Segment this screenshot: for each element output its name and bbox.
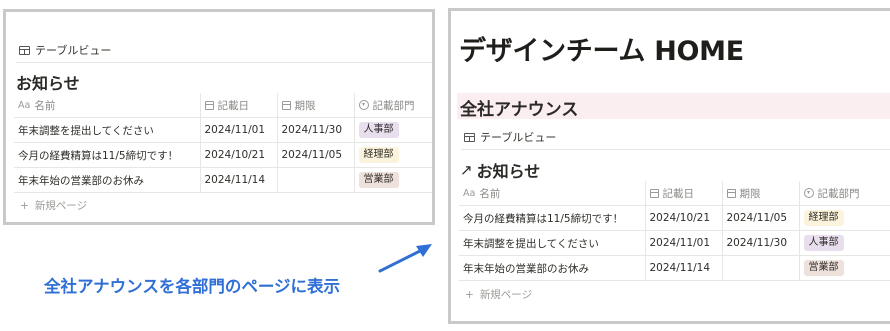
- column-header-dept[interactable]: ▾ 記載部門: [353, 93, 432, 118]
- table-view-label: テーブルビュー: [35, 44, 112, 57]
- caption-text: 全社アナウンスを各部門のページに表示: [44, 277, 341, 296]
- column-header-name[interactable]: Aa 名前: [459, 181, 645, 206]
- plus-icon: +: [20, 199, 29, 212]
- text-property-icon: Aa: [18, 99, 31, 111]
- plus-icon: +: [465, 288, 474, 301]
- new-page-button[interactable]: + 新規ページ: [20, 198, 87, 213]
- calendar-icon: [726, 188, 736, 198]
- cell-dept[interactable]: 経理部: [353, 142, 432, 168]
- cell-date[interactable]: 2024/11/14: [644, 255, 722, 281]
- view-divider: [16, 62, 432, 63]
- text-property-icon: Aa: [463, 187, 476, 199]
- section-heading: 全社アナウンス: [460, 100, 579, 120]
- table-view-tab[interactable]: テーブルビュー: [464, 129, 556, 145]
- source-database-panel: テーブルビュー お知らせ Aa 名前 記載日 期限 ▾ 記載部門 年末調整を提出して…: [3, 9, 435, 225]
- column-header-dept[interactable]: ▾ 記載部門: [798, 181, 890, 206]
- cell-name[interactable]: 年末調整を提出してください: [14, 117, 200, 143]
- calendar-icon: [204, 100, 214, 110]
- arrow-up-right-icon: ↗: [460, 161, 473, 179]
- table-view-label: テーブルビュー: [480, 131, 557, 144]
- cell-dept[interactable]: 人事部: [353, 117, 432, 143]
- dept-tag: 経理部: [803, 210, 844, 226]
- cell-deadline[interactable]: 2024/11/30: [721, 230, 799, 256]
- cell-date[interactable]: 2024/10/21: [199, 142, 277, 168]
- dept-tag: 経理部: [358, 147, 399, 163]
- dept-tag: 営業部: [358, 172, 399, 188]
- database-title-text: お知らせ: [476, 162, 541, 181]
- cell-date[interactable]: 2024/11/14: [199, 167, 277, 193]
- column-label: 記載日: [662, 187, 695, 200]
- cell-dept[interactable]: 営業部: [353, 167, 432, 193]
- dept-tag: 人事部: [358, 122, 399, 138]
- new-page-label: 新規ページ: [479, 289, 533, 301]
- table-row[interactable]: 今月の経費精算は11/5締切です！ 2024/10/21 2024/11/05 …: [14, 142, 432, 168]
- cell-deadline[interactable]: 2024/11/05: [721, 205, 799, 231]
- column-header-name[interactable]: Aa 名前: [14, 93, 200, 118]
- cell-date[interactable]: 2024/11/01: [644, 230, 722, 256]
- database-table: Aa 名前 記載日 期限 ▾ 記載部門 年末調整を提出してください 2024/11/…: [14, 93, 432, 193]
- dept-tag: 人事部: [803, 235, 844, 251]
- cell-dept[interactable]: 営業部: [798, 255, 890, 281]
- cell-deadline[interactable]: 2024/11/30: [276, 117, 354, 143]
- table-row[interactable]: 年末年始の営業部のお休み 2024/11/14 営業部: [459, 255, 890, 281]
- column-label: 記載部門: [372, 99, 415, 112]
- table-row[interactable]: 今月の経費精算は11/5締切です！ 2024/10/21 2024/11/05 …: [459, 205, 890, 231]
- cell-dept[interactable]: 人事部: [798, 230, 890, 256]
- table-row[interactable]: 年末調整を提出してください 2024/11/01 2024/11/30 人事部: [14, 117, 432, 143]
- column-label: 期限: [294, 99, 316, 112]
- cell-name[interactable]: 今月の経費精算は11/5締切です！: [459, 205, 645, 231]
- new-page-button[interactable]: + 新規ページ: [465, 287, 532, 302]
- cell-dept[interactable]: 経理部: [798, 205, 890, 231]
- select-icon: ▾: [803, 188, 814, 199]
- column-label: 記載部門: [817, 187, 860, 200]
- view-divider: [461, 149, 890, 150]
- column-label: 期限: [739, 187, 761, 200]
- column-label: 名前: [479, 187, 501, 200]
- table-header-row: Aa 名前 記載日 期限 ▾ 記載部門: [14, 93, 432, 118]
- column-label: 名前: [34, 99, 56, 112]
- column-header-date[interactable]: 記載日: [644, 181, 722, 206]
- cell-deadline[interactable]: 2024/11/05: [276, 142, 354, 168]
- table-icon: [464, 132, 475, 142]
- new-page-label: 新規ページ: [34, 200, 88, 212]
- linked-database-title[interactable]: ↗ お知らせ: [460, 158, 540, 182]
- table-icon: [19, 45, 30, 55]
- cell-date[interactable]: 2024/10/21: [644, 205, 722, 231]
- pointer-arrow: [378, 244, 432, 273]
- database-title[interactable]: お知らせ: [16, 70, 80, 94]
- cell-name[interactable]: 年末年始の営業部のお休み: [459, 255, 645, 281]
- table-header-row: Aa 名前 記載日 期限 ▾ 記載部門: [459, 181, 890, 206]
- cell-deadline[interactable]: [721, 255, 799, 281]
- cell-name[interactable]: 今月の経費精算は11/5締切です！: [14, 142, 200, 168]
- table-view-tab[interactable]: テーブルビュー: [19, 42, 111, 58]
- arrow-shaft: [378, 247, 426, 273]
- page-title: デザインチーム HOME: [459, 36, 744, 67]
- linked-database-table: Aa 名前 記載日 期限 ▾ 記載部門 今月の経費精算は11/5締切です！ 2024…: [459, 181, 890, 281]
- cell-name[interactable]: 年末年始の営業部のお休み: [14, 167, 200, 193]
- cell-deadline[interactable]: [276, 167, 354, 193]
- table-row[interactable]: 年末年始の営業部のお休み 2024/11/14 営業部: [14, 167, 432, 193]
- cell-date[interactable]: 2024/11/01: [199, 117, 277, 143]
- calendar-icon: [649, 188, 659, 198]
- database-title-text: お知らせ: [16, 74, 80, 93]
- column-header-deadline[interactable]: 期限: [276, 93, 354, 118]
- column-header-deadline[interactable]: 期限: [721, 181, 799, 206]
- column-label: 記載日: [217, 99, 250, 112]
- team-home-page-panel: デザインチーム HOME 全社アナウンス テーブルビュー ↗ お知らせ Aa 名前…: [448, 8, 890, 324]
- column-header-date[interactable]: 記載日: [199, 93, 277, 118]
- cell-name[interactable]: 年末調整を提出してください: [459, 230, 645, 256]
- table-row[interactable]: 年末調整を提出してください 2024/11/01 2024/11/30 人事部: [459, 230, 890, 256]
- select-icon: ▾: [358, 100, 369, 111]
- dept-tag: 営業部: [803, 260, 844, 276]
- calendar-icon: [281, 100, 291, 110]
